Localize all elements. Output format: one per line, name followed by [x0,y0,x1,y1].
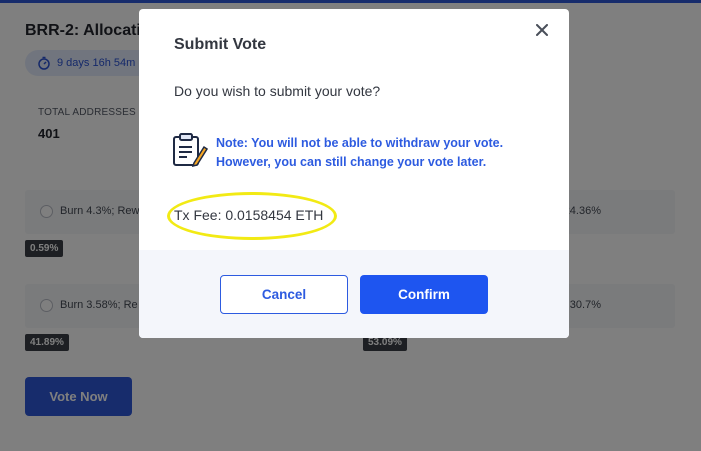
dialog-footer: Cancel Confirm [139,250,569,338]
cancel-button[interactable]: Cancel [220,275,348,314]
dialog-question: Do you wish to submit your vote? [174,83,381,99]
confirm-button[interactable]: Confirm [360,275,488,314]
transaction-fee: Tx Fee: 0.0158454 ETH [174,207,324,223]
note-text-line-2: However, you can still change your vote … [216,155,487,169]
close-icon [536,24,548,36]
submit-vote-dialog: Submit Vote Do you wish to submit your v… [139,9,569,338]
clipboard-pencil-icon [173,133,208,167]
note-text-line-1: Note: You will not be able to withdraw y… [216,136,504,150]
dialog-title: Submit Vote [174,36,267,53]
close-button[interactable] [533,21,551,39]
